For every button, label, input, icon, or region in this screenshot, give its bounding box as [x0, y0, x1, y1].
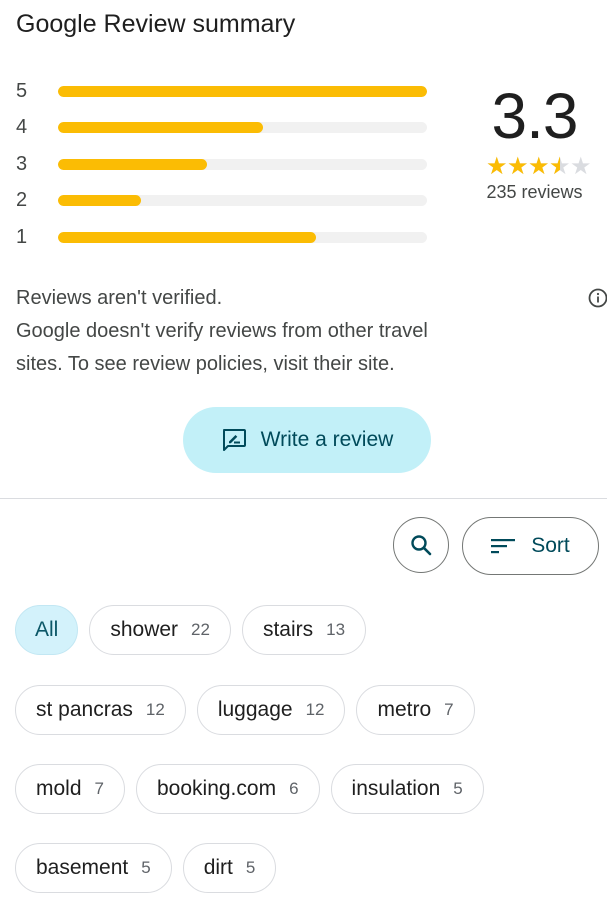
- chip-count: 7: [94, 779, 104, 798]
- star-fill: ★: [486, 154, 507, 180]
- chip-st-pancras[interactable]: st pancras 12: [15, 685, 186, 735]
- verification-notice: Reviews aren't verified. Google doesn't …: [16, 282, 546, 381]
- star-fill: ★: [507, 154, 528, 180]
- chip-label: All: [35, 618, 59, 641]
- write-review-label: Write a review: [260, 428, 394, 451]
- chip-stairs[interactable]: stairs 13: [241, 605, 367, 655]
- chip-count: 5: [141, 858, 151, 877]
- rate-review-icon: [222, 429, 246, 451]
- chip-insulation[interactable]: insulation 5: [330, 764, 484, 814]
- rating-row-5[interactable]: 5: [16, 73, 430, 110]
- search-reviews-button[interactable]: [393, 517, 449, 573]
- info-icon[interactable]: [588, 288, 607, 308]
- chip-luggage[interactable]: luggage 12: [196, 685, 346, 735]
- chip-shower[interactable]: shower 22: [89, 605, 231, 655]
- star-icon: ★★: [570, 153, 592, 180]
- chip-count: 6: [289, 779, 299, 798]
- rating-bar-fill: [58, 195, 142, 207]
- chip-count: 7: [444, 700, 454, 719]
- chip-count: 5: [245, 858, 256, 877]
- rating-bar-track: [58, 231, 427, 243]
- chip-count: 12: [145, 700, 165, 719]
- write-review-button[interactable]: Write a review: [183, 407, 431, 473]
- chip-label: dirt: [203, 856, 233, 879]
- chip-mold[interactable]: mold 7: [15, 764, 125, 814]
- rating-row-4[interactable]: 4: [16, 110, 430, 147]
- star-fill: ★: [549, 154, 560, 180]
- chip-count: 12: [305, 700, 325, 719]
- section-divider: [0, 498, 607, 499]
- chip-dirt[interactable]: dirt 5: [182, 843, 277, 893]
- rating-label: 3: [16, 152, 28, 175]
- chip-metro[interactable]: metro 7: [356, 685, 475, 735]
- chip-label: basement: [36, 856, 129, 879]
- chip-label: st pancras: [36, 698, 133, 721]
- star-rating: ★★★★★★★★★★: [470, 154, 607, 180]
- chip-label: mold: [36, 777, 82, 800]
- review-count: 235 reviews: [486, 182, 583, 202]
- star-icon: ★★: [549, 153, 571, 180]
- chip-label: luggage: [217, 698, 293, 721]
- average-score: 3.3: [491, 80, 579, 152]
- chip-label: shower: [110, 618, 179, 641]
- rating-bar-track: [58, 158, 427, 170]
- chip-booking-com[interactable]: booking.com 6: [136, 764, 320, 814]
- rating-bar-fill: [58, 122, 263, 134]
- chip-row: st pancras 12 luggage 12 metro 7: [15, 685, 486, 735]
- chip-count: 22: [191, 620, 210, 639]
- rating-row-3[interactable]: 3: [16, 146, 430, 183]
- rating-bar-track: [58, 122, 427, 134]
- rating-bar-track: [58, 85, 427, 97]
- rating-label: 4: [16, 116, 28, 139]
- chip-row: mold 7 booking.com 6 insulation 5: [15, 764, 495, 814]
- rating-label: 2: [16, 189, 28, 212]
- chip-row: All shower 22 stairs 13: [15, 605, 377, 655]
- search-icon: [411, 535, 432, 556]
- chip-count: 13: [326, 620, 346, 639]
- overall-rating: 3.3 ★★★★★★★★★★ 235 reviews: [462, 78, 607, 203]
- page-title: Google Review summary: [16, 10, 296, 38]
- rating-bar-fill: [58, 158, 208, 170]
- rating-row-2[interactable]: 2: [16, 183, 430, 220]
- rating-label: 5: [16, 79, 28, 102]
- chip-count: 5: [453, 779, 463, 798]
- chip-label: stairs: [262, 618, 314, 641]
- rating-label: 1: [16, 225, 28, 248]
- chip-basement[interactable]: basement 5: [15, 843, 172, 893]
- rating-bar-fill: [58, 85, 427, 97]
- chip-all[interactable]: All: [15, 605, 79, 655]
- notice-heading: Reviews aren't verified.: [16, 287, 223, 309]
- sort-button[interactable]: Sort: [462, 517, 599, 575]
- sort-icon: [491, 539, 516, 554]
- chip-label: booking.com: [157, 777, 277, 800]
- notice-text-line: Google doesn't verify reviews from other…: [16, 320, 428, 342]
- notice-text-line: sites. To see review policies, visit the…: [16, 353, 395, 375]
- rating-row-1[interactable]: 1: [16, 219, 430, 256]
- star-icon: ★★: [528, 153, 550, 180]
- chip-row: basement 5 dirt 5: [15, 843, 287, 893]
- rating-bar-track: [58, 195, 427, 207]
- sort-label: Sort: [531, 534, 570, 557]
- star-icon: ★★: [507, 153, 529, 180]
- star-icon: ★★: [486, 153, 508, 180]
- chip-label: insulation: [351, 777, 441, 800]
- rating-distribution: 5 4 3 2 1: [16, 73, 430, 256]
- rating-bar-fill: [58, 231, 317, 243]
- chip-label: metro: [377, 698, 432, 721]
- star-fill: ★: [528, 154, 549, 180]
